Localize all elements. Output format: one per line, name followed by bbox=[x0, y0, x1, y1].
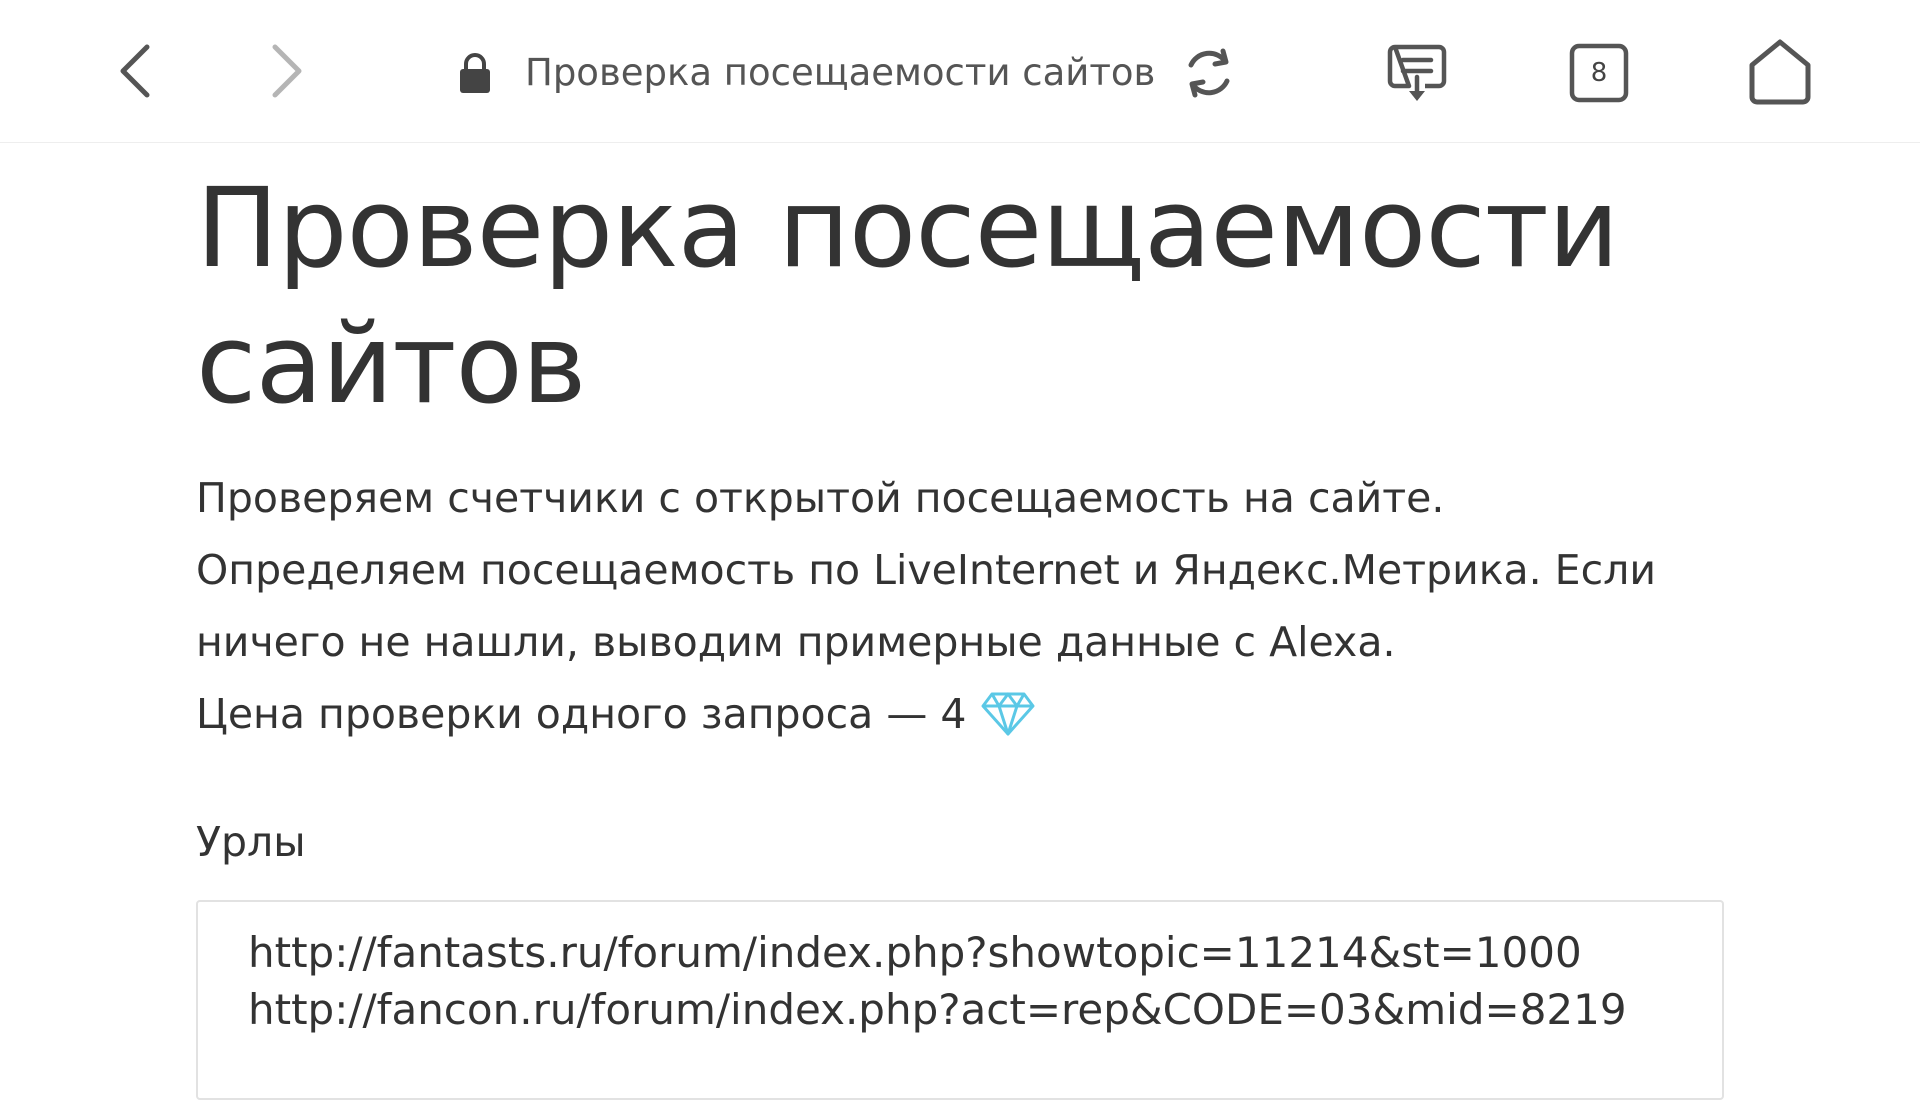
page-heading: Проверка посещаемости сайтов bbox=[196, 160, 1756, 432]
page-heading-line1: Проверка посещаемости bbox=[196, 164, 1619, 292]
urls-textarea[interactable]: http://fantasts.ru/forum/index.php?showt… bbox=[196, 900, 1724, 1100]
description-line: ничего не нашли, выводим примерные данны… bbox=[196, 618, 1396, 666]
browser-toolbar: Проверка посещаемости сайтов 8 bbox=[0, 0, 1920, 143]
reload-button[interactable] bbox=[1172, 36, 1246, 110]
page-title-bar[interactable]: Проверка посещаемости сайтов bbox=[525, 46, 1155, 100]
main-content: Проверка посещаемости сайтов Проверяем с… bbox=[196, 160, 1756, 870]
reader-download-button[interactable] bbox=[1380, 36, 1454, 110]
urls-label: Урлы bbox=[196, 818, 306, 866]
home-icon bbox=[1749, 39, 1811, 105]
reload-icon bbox=[1188, 48, 1230, 98]
reader-download-icon bbox=[1387, 44, 1447, 101]
page-heading-line2: сайтов bbox=[196, 300, 587, 428]
tabs-button[interactable]: 8 bbox=[1562, 36, 1636, 110]
lock-icon bbox=[460, 53, 490, 93]
price-line: Цена проверки одного запроса — 4 bbox=[196, 678, 1756, 750]
diamond-icon bbox=[981, 692, 1035, 736]
description: Проверяем счетчики с открытой посещаемос… bbox=[196, 462, 1756, 750]
description-line: Определяем посещаемость по LiveInternet … bbox=[196, 546, 1656, 594]
tabs-count: 8 bbox=[1590, 58, 1608, 88]
price-text: Цена проверки одного запроса — 4 bbox=[196, 690, 967, 738]
forward-button[interactable] bbox=[252, 36, 322, 106]
back-button[interactable] bbox=[100, 36, 170, 106]
back-arrow-icon bbox=[120, 44, 150, 98]
forward-arrow-icon bbox=[272, 44, 302, 98]
home-button[interactable] bbox=[1740, 34, 1820, 110]
description-line: Проверяем счетчики с открытой посещаемос… bbox=[196, 474, 1445, 522]
